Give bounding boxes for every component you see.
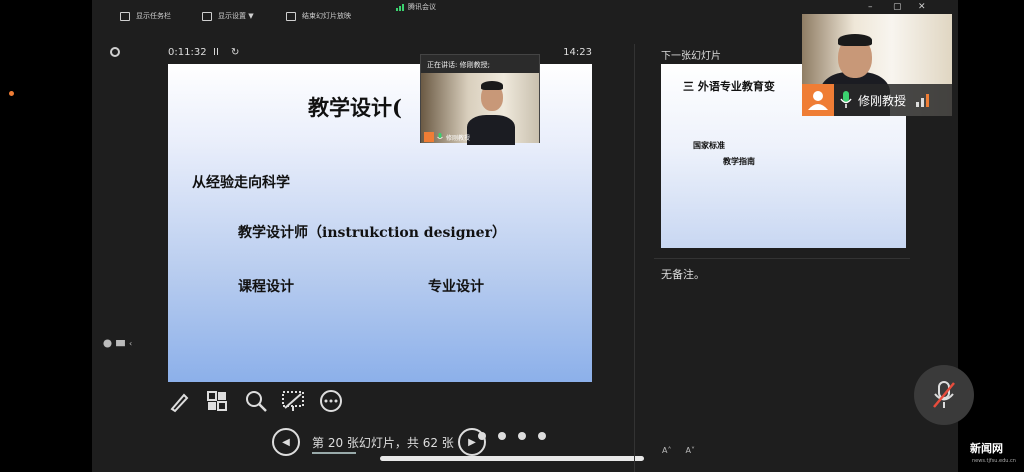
previous-slide-button[interactable]: ◀ (272, 428, 300, 456)
arrow-left-icon: ◀ (282, 436, 290, 448)
app-title: 腾讯会议 (396, 2, 436, 12)
slide-line-3: 课程设计 (238, 279, 294, 295)
end-show-icon (286, 11, 296, 21)
next-slide-line-1: 国家标准 (693, 140, 725, 150)
slide-line-4: 专业设计 (428, 279, 484, 295)
active-speaker-popup[interactable]: 正在讲话: 修刚教授; 修刚教授 (420, 54, 540, 145)
watermark-logo: 新闻网 (970, 442, 1003, 455)
black-screen-icon[interactable] (281, 389, 305, 413)
mic-icon (437, 133, 443, 139)
mic-muted-icon (933, 381, 955, 408)
laser-pointer-icon[interactable] (110, 47, 120, 57)
speaker-hair (481, 81, 503, 90)
collapse-chevron-icon[interactable]: ‹ (129, 339, 132, 348)
end-slideshow-label: 结束幻灯片放映 (302, 12, 351, 20)
slide-sorter-icon[interactable] (205, 389, 229, 413)
monitor-icon (202, 11, 212, 21)
display-settings-button[interactable]: 显示设置 ▼ (202, 11, 254, 21)
maximize-button[interactable]: ▢ (893, 2, 902, 12)
slide-tools (168, 389, 368, 415)
panel-divider[interactable] (634, 44, 635, 472)
emoji-icon[interactable] (103, 339, 112, 348)
pen-icon[interactable] (168, 389, 192, 413)
speaker-name-tag: 修刚教授 (421, 131, 473, 143)
font-increase-button[interactable]: A˄ (662, 446, 671, 455)
speaker-notes: 无备注。 (661, 268, 705, 281)
participant-name: 修刚教授 (858, 93, 907, 108)
display-settings-label: 显示设置 ▼ (218, 12, 254, 20)
page-dot[interactable] (498, 432, 506, 440)
speaker-name: 修刚教授 (446, 134, 471, 142)
avatar (802, 84, 834, 116)
home-indicator[interactable] (380, 456, 644, 461)
user-icon (808, 91, 828, 110)
mute-microphone-button[interactable] (914, 365, 974, 425)
watermark-url: news.tjfsu.edu.cn (972, 458, 1016, 464)
chat-icon[interactable] (116, 339, 125, 348)
slide-progress-bar (312, 452, 356, 454)
reset-timer-button[interactable]: ↻ (231, 47, 239, 58)
show-taskbar-button[interactable]: 显示任务栏 (120, 11, 171, 21)
next-slide-title: 三 外语专业教育变 (683, 80, 775, 93)
page-dot[interactable] (518, 432, 526, 440)
minimize-button[interactable]: – (868, 2, 873, 12)
side-icon-group: ‹ (103, 339, 132, 348)
current-clock: 14:23 (563, 47, 592, 58)
taskbar-icon (120, 11, 130, 21)
show-taskbar-label: 显示任务栏 (136, 12, 171, 20)
network-signal-icon (916, 93, 930, 107)
slide-line-1: 从经验走向科学 (192, 175, 290, 191)
speaker-video: 修刚教授 (421, 73, 539, 145)
slide-line-2: 教学设计师（instrukction designer） (238, 225, 506, 241)
speaking-header: 正在讲话: 修刚教授; (421, 55, 539, 73)
elapsed-time: 0:11:32 (168, 47, 207, 58)
signal-icon (396, 3, 404, 11)
page-dot[interactable] (478, 432, 486, 440)
indicator-dot (9, 91, 14, 96)
notes-divider (654, 258, 910, 259)
app-title-text: 腾讯会议 (408, 3, 436, 11)
font-decrease-button[interactable]: A˅ (685, 446, 694, 455)
avatar (424, 132, 434, 142)
more-options-icon[interactable] (319, 389, 343, 413)
mic-icon (840, 91, 852, 108)
page-dot[interactable] (538, 432, 546, 440)
slide-counter[interactable]: 第 20 张幻灯片，共 62 张 (312, 434, 454, 451)
slide-title: 教学设计( (308, 95, 402, 120)
next-slide-line-2: 教学指南 (723, 156, 755, 166)
participant-hair (838, 34, 872, 46)
close-button[interactable]: ✕ (918, 2, 926, 12)
left-black-bar (0, 0, 92, 472)
next-slide-label: 下一张幻灯片 (661, 51, 721, 62)
pause-timer-button[interactable]: II (213, 47, 219, 58)
notes-font-controls: A˄ A˅ (662, 446, 695, 455)
zoom-icon[interactable] (244, 389, 268, 413)
end-slideshow-button[interactable]: 结束幻灯片放映 (286, 11, 351, 21)
arrow-right-icon: ▶ (468, 436, 476, 448)
page-indicator-dots (478, 432, 546, 440)
speaker-body (467, 115, 515, 145)
participant-name-bar: 修刚教授 (802, 84, 952, 116)
